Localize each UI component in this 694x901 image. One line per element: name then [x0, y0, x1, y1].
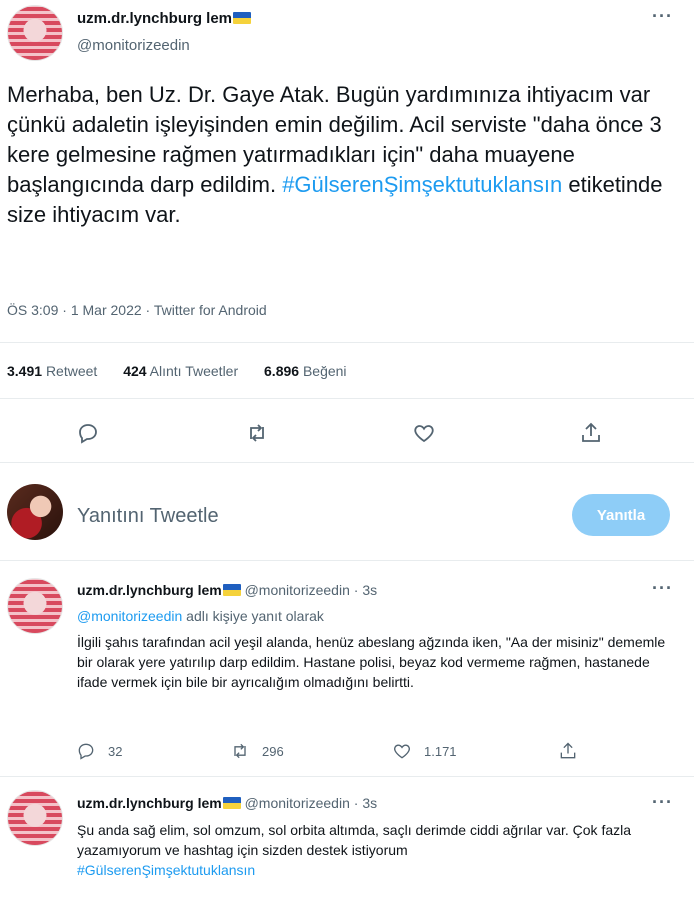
- retweet-count: 296: [262, 743, 284, 759]
- reply-count: 32: [108, 743, 123, 759]
- heart-icon[interactable]: [392, 741, 412, 761]
- reply-icon[interactable]: [76, 741, 96, 761]
- reply-text: Şu anda sağ elim, sol omzum, sol orbita …: [77, 822, 632, 878]
- share-icon[interactable]: [558, 741, 578, 761]
- ukraine-flag-icon: [222, 797, 241, 809]
- hashtag-link[interactable]: #GülserenŞimşektutuklansın: [77, 862, 255, 878]
- retweet-action[interactable]: 296: [230, 741, 284, 761]
- author-display-name[interactable]: uzm.dr.lynchburg lem: [77, 582, 222, 598]
- reply-icon[interactable]: [76, 421, 100, 445]
- author-display-name[interactable]: uzm.dr.lynchburg lem: [77, 10, 252, 27]
- heart-icon[interactable]: [412, 421, 436, 445]
- share-icon[interactable]: [579, 421, 603, 445]
- retweets-stat[interactable]: 3.491 Retweet: [7, 363, 97, 379]
- divider: [0, 776, 694, 777]
- author-display-name[interactable]: uzm.dr.lynchburg lem: [77, 795, 222, 811]
- divider: [0, 560, 694, 561]
- ukraine-flag-icon: [222, 584, 241, 596]
- like-action[interactable]: 1.171: [392, 741, 457, 761]
- divider: [0, 462, 694, 463]
- ukraine-flag-icon: [233, 12, 252, 24]
- reply-input[interactable]: Yanıtını Tweetle: [77, 505, 219, 528]
- tweet-stats: 3.491 Retweet 424 Alıntı Tweetler 6.896 …: [7, 363, 369, 379]
- reply-button[interactable]: Yanıtla: [572, 494, 670, 536]
- retweet-icon[interactable]: [230, 741, 250, 761]
- author-avatar[interactable]: [7, 790, 63, 846]
- more-icon[interactable]: ···: [652, 578, 673, 599]
- tweet-source[interactable]: Twitter for Android: [154, 302, 267, 318]
- tweet-text: Merhaba, ben Uz. Dr. Gaye Atak. Bugün ya…: [7, 82, 663, 227]
- reply-action[interactable]: 32: [76, 741, 122, 761]
- reply-time[interactable]: 3s: [362, 795, 377, 811]
- divider: [0, 342, 694, 343]
- reply-header: uzm.dr.lynchburg lem @monitorizeedin · 3…: [77, 582, 378, 598]
- divider: [0, 398, 694, 399]
- reply-header: uzm.dr.lynchburg lem @monitorizeedin · 3…: [77, 795, 378, 811]
- author-avatar[interactable]: [7, 578, 63, 634]
- quotes-stat[interactable]: 424 Alıntı Tweetler: [123, 363, 238, 379]
- author-handle[interactable]: @monitorizeedin: [245, 795, 350, 811]
- more-icon[interactable]: ···: [652, 6, 673, 27]
- reply-text: İlgili şahıs tarafından acil yeşil aland…: [77, 634, 666, 690]
- share-action[interactable]: [558, 741, 590, 761]
- author-handle[interactable]: @monitorizeedin: [245, 582, 350, 598]
- more-icon[interactable]: ···: [652, 792, 673, 813]
- retweet-icon[interactable]: [245, 421, 269, 445]
- reply-time[interactable]: 3s: [362, 582, 377, 598]
- user-avatar: [7, 484, 63, 540]
- tweet-date[interactable]: 1 Mar 2022: [71, 302, 142, 318]
- author-handle[interactable]: @monitorizeedin: [77, 37, 190, 54]
- mention-link[interactable]: @monitorizeedin: [77, 608, 182, 624]
- hashtag-link[interactable]: #GülserenŞimşektutuklansın: [282, 172, 562, 197]
- author-avatar[interactable]: [7, 5, 63, 61]
- replying-to: @monitorizeedin adlı kişiye yanıt olarak: [77, 608, 324, 624]
- tweet-meta: ÖS 3:09 · 1 Mar 2022 · Twitter for Andro…: [7, 302, 267, 318]
- tweet-time[interactable]: ÖS 3:09: [7, 302, 58, 318]
- likes-stat[interactable]: 6.896 Beğeni: [264, 363, 347, 379]
- like-count: 1.171: [424, 743, 457, 759]
